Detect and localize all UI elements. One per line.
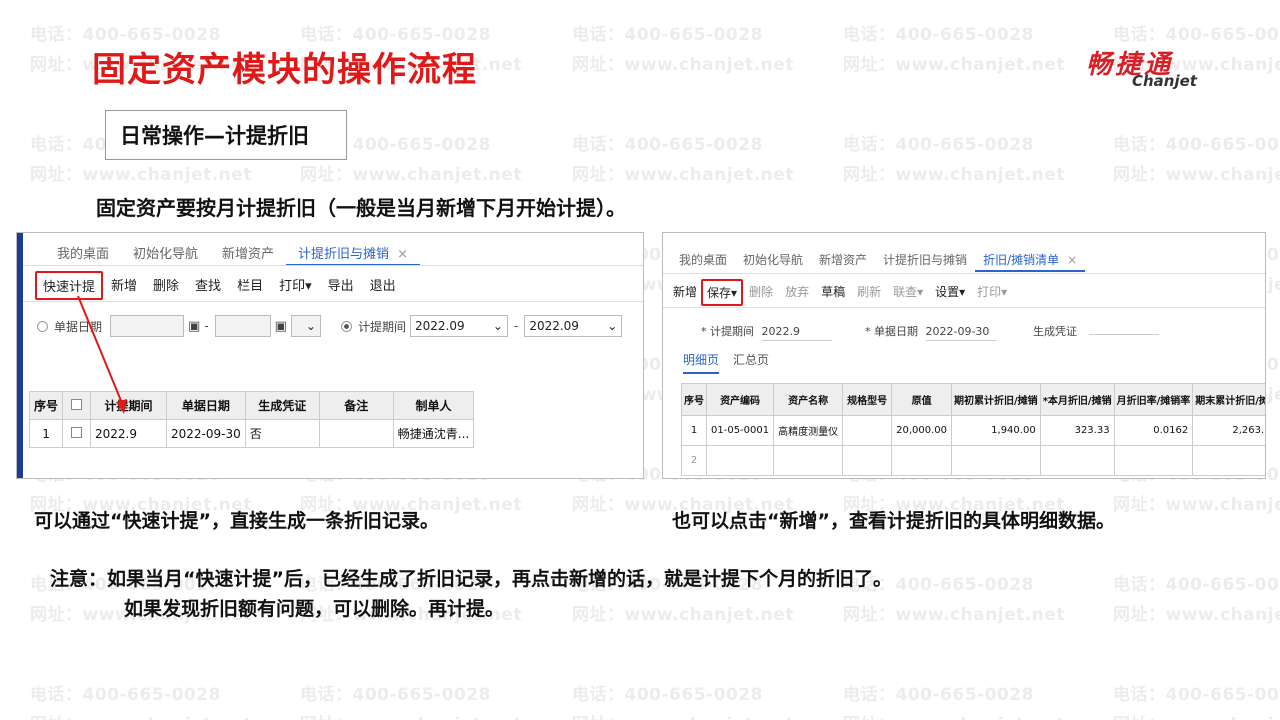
lookup-button[interactable]: 联查▾ bbox=[887, 279, 929, 306]
arrow-line bbox=[77, 295, 125, 409]
detail-subtabs: 明细页 汇总页 bbox=[683, 351, 769, 374]
cell-opening-accum bbox=[951, 445, 1041, 476]
right-header-form: * 计提期间 2022.9 * 单据日期 2022-09-30 生成凭证 bbox=[701, 323, 1159, 341]
table-header-row: 序号 资产编码 资产名称 规格型号 原值 期初累计折旧/摊销 *本月折旧/摊销 … bbox=[681, 383, 1265, 416]
new-button[interactable]: 新增 bbox=[669, 279, 701, 306]
delete-button[interactable]: 删除 bbox=[743, 279, 779, 306]
arrow-head bbox=[116, 399, 127, 414]
cell-asset-code bbox=[705, 445, 775, 476]
period-label: * 计提期间 bbox=[701, 325, 754, 338]
col-closing-accum: 期末累计折旧/摊销 bbox=[1192, 383, 1265, 416]
col-monthly-rate: 月折旧率/摊销率 bbox=[1113, 383, 1194, 416]
col-asset-code: 资产编码 bbox=[705, 383, 775, 416]
cell-original-value: 20,000.00 bbox=[891, 415, 953, 446]
period-value[interactable]: 2022.9 bbox=[761, 325, 832, 341]
print-button[interactable]: 打印▾ bbox=[971, 279, 1013, 306]
table-row[interactable]: 2 bbox=[681, 445, 1265, 476]
tab-divider bbox=[663, 273, 1265, 274]
tab-add-asset[interactable]: 新增资产 bbox=[811, 249, 875, 272]
cell-closing-accum bbox=[1192, 445, 1265, 476]
table-row[interactable]: 1 01-05-0001 高精度测量仪 20,000.00 1,940.00 3… bbox=[681, 415, 1265, 446]
cell-index: 2 bbox=[681, 445, 707, 476]
cell-spec bbox=[842, 445, 893, 476]
discard-button[interactable]: 放弃 bbox=[779, 279, 815, 306]
caption-left: 可以通过“快速计提”，直接生成一条折旧记录。 bbox=[34, 510, 439, 532]
col-original-value: 原值 bbox=[891, 383, 953, 416]
save-button[interactable]: 保存▾ bbox=[701, 279, 744, 306]
tab-depreciation[interactable]: 计提折旧与摊销 bbox=[875, 249, 975, 272]
cell-monthly-dep bbox=[1039, 445, 1115, 476]
col-monthly-dep: *本月折旧/摊销 bbox=[1039, 383, 1115, 416]
cell-asset-code: 01-05-0001 bbox=[705, 415, 775, 446]
settings-button[interactable]: 设置▾ bbox=[929, 279, 971, 306]
tab-depreciation-list-label: 折旧/摊销清单 bbox=[983, 253, 1060, 267]
note-line-2: 如果发现折旧额有问题，可以删除。再计提。 bbox=[124, 598, 505, 620]
refresh-button[interactable]: 刷新 bbox=[851, 279, 887, 306]
tab-my-desktop[interactable]: 我的桌面 bbox=[671, 249, 735, 272]
cell-asset-name: 高精度测量仪 bbox=[773, 415, 844, 446]
doc-date-value[interactable]: 2022-09-30 bbox=[925, 325, 996, 341]
col-opening-accum: 期初累计折旧/摊销 bbox=[951, 383, 1041, 416]
cell-asset-name bbox=[773, 445, 844, 476]
depreciation-list-screenshot: 我的桌面 初始化导航 新增资产 计提折旧与摊销 折旧/摊销清单 × 新增 保存▾ … bbox=[662, 232, 1266, 479]
voucher-label: 生成凭证 bbox=[1033, 325, 1077, 338]
cell-monthly-rate bbox=[1113, 445, 1194, 476]
toolbar-divider bbox=[663, 307, 1265, 308]
note-block: 注意：如果当月“快速计提”后，已经生成了折旧记录，再点击新增的话，就是计提下个月… bbox=[50, 564, 892, 624]
depreciation-detail-table: 序号 资产编码 资产名称 规格型号 原值 期初累计折旧/摊销 *本月折旧/摊销 … bbox=[681, 383, 1265, 476]
cell-closing-accum: 2,263.33 bbox=[1192, 415, 1265, 446]
right-toolbar: 新增 保存▾ 删除 放弃 草稿 刷新 联查▾ 设置▾ 打印▾ bbox=[669, 279, 1013, 306]
cell-opening-accum: 1,940.00 bbox=[951, 415, 1041, 446]
voucher-value[interactable] bbox=[1088, 332, 1159, 335]
cell-index: 1 bbox=[681, 415, 707, 446]
doc-date-label: * 单据日期 bbox=[865, 325, 918, 338]
col-asset-name: 资产名称 bbox=[773, 383, 844, 416]
tab-depreciation-list[interactable]: 折旧/摊销清单 × bbox=[975, 249, 1086, 272]
close-icon[interactable]: × bbox=[1067, 253, 1077, 267]
caption-right: 也可以点击“新增”，查看计提折旧的具体明细数据。 bbox=[672, 510, 1115, 532]
cell-monthly-dep: 323.33 bbox=[1039, 415, 1115, 446]
col-spec: 规格型号 bbox=[842, 383, 893, 416]
tab-init-guide[interactable]: 初始化导航 bbox=[735, 249, 811, 272]
note-line-1: 注意：如果当月“快速计提”后，已经生成了折旧记录，再点击新增的话，就是计提下个月… bbox=[50, 568, 892, 590]
cell-original-value bbox=[891, 445, 953, 476]
right-tab-bar: 我的桌面 初始化导航 新增资产 计提折旧与摊销 折旧/摊销清单 × bbox=[671, 249, 1086, 272]
subtab-detail[interactable]: 明细页 bbox=[683, 351, 720, 374]
draft-button[interactable]: 草稿 bbox=[815, 279, 851, 306]
subtab-summary[interactable]: 汇总页 bbox=[733, 351, 769, 374]
col-index: 序号 bbox=[681, 383, 707, 416]
cell-spec bbox=[842, 415, 893, 446]
cell-monthly-rate: 0.0162 bbox=[1113, 415, 1194, 446]
